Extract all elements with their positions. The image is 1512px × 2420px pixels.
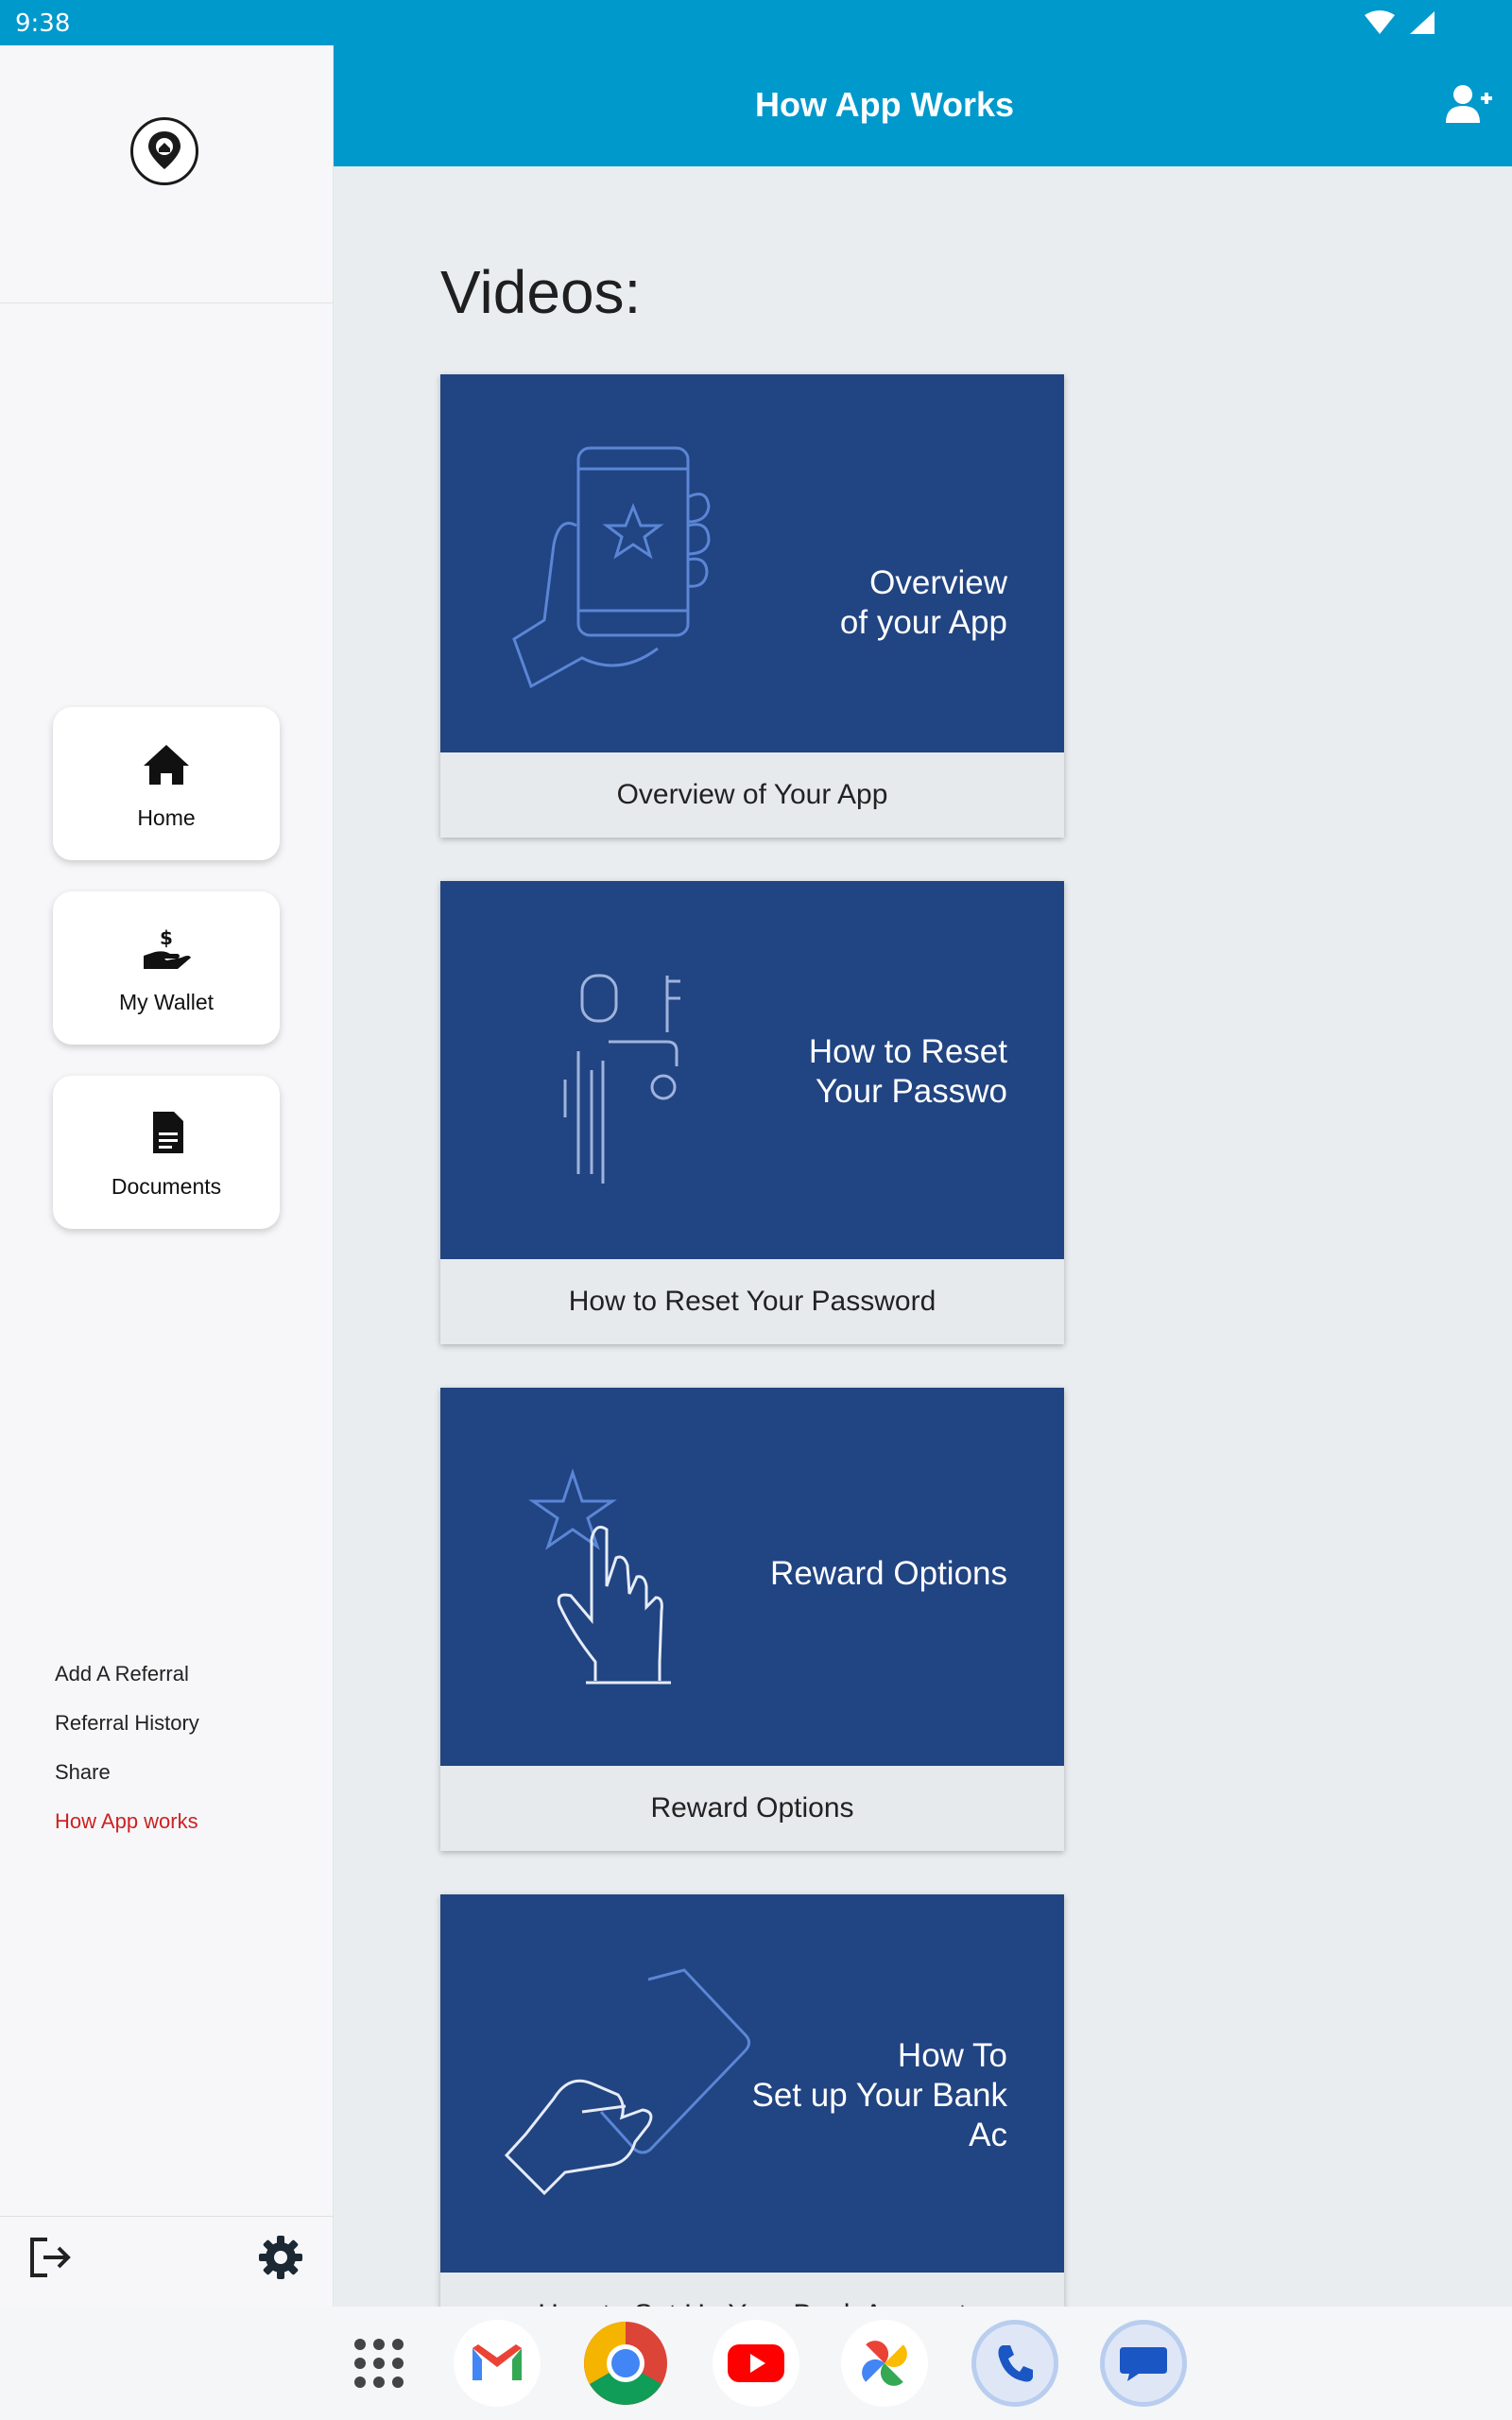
link-referral-history[interactable]: Referral History bbox=[55, 1711, 199, 1736]
status-time: 9:38 bbox=[15, 9, 71, 38]
photos-icon[interactable] bbox=[841, 2320, 928, 2407]
phone-icon[interactable] bbox=[971, 2320, 1058, 2407]
video-thumbnail[interactable]: Reward Options bbox=[440, 1388, 1064, 1766]
thumbnail-title: How to Reset Your Passwo bbox=[808, 1033, 1007, 1110]
nav-card-home[interactable]: Home bbox=[53, 707, 280, 860]
logo-icon bbox=[130, 117, 198, 185]
navigation-drawer: Home $ My Wallet Documents Add A Referra… bbox=[0, 45, 334, 2307]
video-caption: Overview of Your App bbox=[616, 779, 888, 810]
add-user-button[interactable] bbox=[1446, 83, 1493, 130]
thumbnail-title: How To Set up Your Bank Ac bbox=[751, 2037, 1008, 2153]
messages-icon[interactable] bbox=[1100, 2320, 1187, 2407]
video-thumbnail[interactable]: How to Reset Your Passwo bbox=[440, 881, 1064, 1259]
gmail-icon[interactable] bbox=[454, 2320, 541, 2407]
nav-card-label: Home bbox=[137, 805, 196, 830]
videos-heading: Videos: bbox=[440, 258, 642, 326]
youtube-icon[interactable] bbox=[713, 2320, 799, 2407]
drawer-header bbox=[0, 45, 333, 303]
app-bar: How App Works bbox=[333, 45, 1512, 166]
video-card-reward-options[interactable]: Reward Options Reward Options bbox=[440, 1388, 1064, 1851]
thumbnail-title: Reward Options bbox=[770, 1555, 1007, 1592]
status-icons bbox=[1363, 9, 1438, 41]
page-title: How App Works bbox=[754, 85, 1014, 124]
link-how-app-works[interactable]: How App works bbox=[55, 1809, 198, 1834]
link-add-a-referral[interactable]: Add A Referral bbox=[55, 1662, 189, 1686]
drawer-footer bbox=[0, 2216, 333, 2308]
video-thumbnail[interactable]: Overview of your App bbox=[440, 374, 1064, 752]
wallet-icon: $ bbox=[144, 926, 191, 969]
add-user-icon bbox=[1446, 85, 1492, 123]
app-grid-icon[interactable] bbox=[335, 2320, 422, 2407]
svg-text:$: $ bbox=[160, 926, 173, 949]
nav-card-label: Documents bbox=[111, 1174, 222, 1199]
logout-icon[interactable] bbox=[26, 2234, 74, 2281]
video-card-overview[interactable]: Overview of your App Overview of Your Ap… bbox=[440, 374, 1064, 838]
video-card-bank-account[interactable]: How To Set up Your Bank Ac How to Set Up… bbox=[440, 1894, 1064, 2307]
wifi-signal-icon bbox=[1365, 10, 1435, 34]
system-dock bbox=[0, 2307, 1512, 2420]
thumbnail-title: Overview of your App bbox=[839, 564, 1007, 641]
home-icon bbox=[144, 745, 189, 785]
video-caption: How to Reset Your Password bbox=[568, 1286, 936, 1317]
chrome-icon[interactable] bbox=[582, 2320, 669, 2407]
nav-card-documents[interactable]: Documents bbox=[53, 1076, 280, 1229]
video-card-reset-password[interactable]: How to Reset Your Passwo How to Reset Yo… bbox=[440, 881, 1064, 1344]
document-icon bbox=[153, 1112, 183, 1153]
gear-icon[interactable] bbox=[257, 2234, 304, 2281]
nav-card-my-wallet[interactable]: $ My Wallet bbox=[53, 891, 280, 1045]
video-caption: Reward Options bbox=[650, 1792, 854, 1824]
main-content: Videos: Overview of your App Overview of… bbox=[333, 166, 1512, 2307]
video-thumbnail[interactable]: How To Set up Your Bank Ac bbox=[440, 1894, 1064, 2273]
nav-card-label: My Wallet bbox=[118, 990, 215, 1014]
status-bar: 9:38 bbox=[0, 0, 1512, 45]
link-share[interactable]: Share bbox=[55, 1760, 111, 1785]
video-caption: How to Set Up Your Bank Account bbox=[440, 2273, 1064, 2307]
